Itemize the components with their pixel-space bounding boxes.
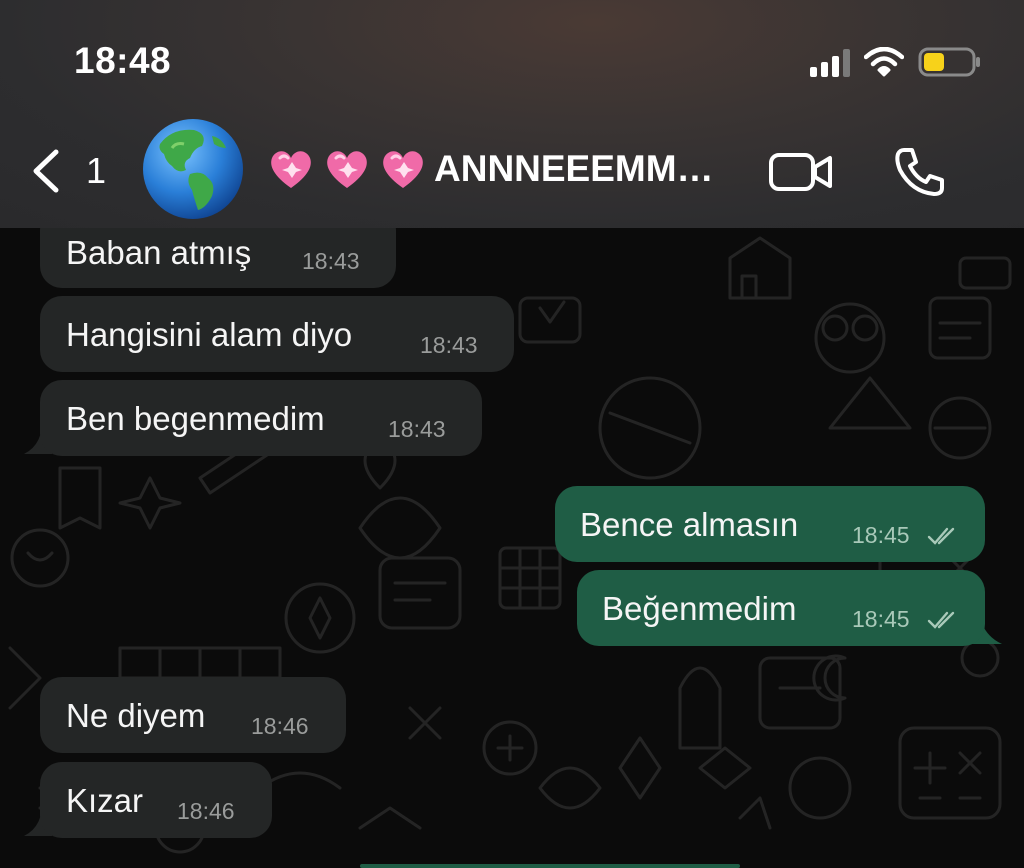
phone-icon bbox=[895, 148, 944, 196]
status-icons bbox=[810, 46, 982, 78]
battery-icon bbox=[918, 46, 982, 78]
message-text: Ben begenmedim bbox=[66, 400, 325, 437]
voice-call-button[interactable] bbox=[892, 146, 946, 203]
contact-avatar[interactable] bbox=[142, 118, 244, 220]
pink-heart-icon bbox=[383, 151, 423, 188]
message-timestamp: 18:46 bbox=[251, 713, 309, 739]
message-timestamp: 18:45 bbox=[852, 522, 910, 548]
status-time: 18:48 bbox=[74, 40, 172, 81]
read-receipt-icon bbox=[927, 527, 955, 545]
read-receipt-icon bbox=[927, 611, 955, 629]
contact-name[interactable]: ANNNEEEMM… bbox=[268, 148, 714, 190]
message-bubble-incoming[interactable]: Kızar 18:46 bbox=[40, 762, 272, 838]
message-bubble-incoming[interactable]: Ben begenmedim 18:43 bbox=[40, 380, 482, 456]
message-timestamp: 18:43 bbox=[302, 248, 360, 274]
unread-count: 1 bbox=[86, 150, 107, 191]
chevron-left-icon bbox=[33, 149, 59, 193]
message-bubble-incoming[interactable]: Hangisini alam diyo 18:43 bbox=[40, 296, 514, 372]
chat-screen: Baban atmış 18:43 Hangisini alam diyo 18… bbox=[0, 0, 1024, 868]
message-text: Hangisini alam diyo bbox=[66, 316, 353, 353]
message-text: Beğenmedim bbox=[602, 590, 797, 627]
message-list[interactable]: Baban atmış 18:43 Hangisini alam diyo 18… bbox=[0, 208, 1024, 868]
message-text: Kızar bbox=[66, 782, 144, 819]
message-timestamp: 18:45 bbox=[852, 606, 910, 632]
message-bubble-outgoing[interactable]: Bence almasın 18:45 bbox=[555, 486, 985, 562]
message-text: Bence almasın bbox=[580, 506, 799, 543]
wifi-icon bbox=[864, 47, 904, 77]
message-bubble-incoming[interactable]: Ne diyem 18:46 bbox=[40, 677, 346, 753]
name-emoji-group bbox=[268, 148, 426, 190]
pink-heart-icon bbox=[271, 151, 311, 188]
chat-header: 18:48 1 ANNNEEEMM… bbox=[0, 0, 1024, 228]
message-timestamp: 18:46 bbox=[177, 798, 235, 824]
message-timestamp: 18:43 bbox=[420, 332, 478, 358]
contact-name-text: ANNNEEEMM… bbox=[434, 148, 714, 189]
back-button[interactable]: 1 bbox=[30, 148, 106, 194]
globe-icon bbox=[143, 119, 243, 219]
cellular-signal-icon bbox=[810, 47, 850, 77]
pink-heart-icon bbox=[327, 151, 367, 188]
composer-edge-line bbox=[360, 864, 740, 868]
message-timestamp: 18:43 bbox=[388, 416, 446, 442]
message-text: Baban atmış bbox=[66, 234, 252, 271]
chat-navbar: 1 ANNNEEEMM… bbox=[0, 112, 1024, 228]
message-text: Ne diyem bbox=[66, 697, 206, 734]
message-bubble-outgoing[interactable]: Beğenmedim 18:45 bbox=[577, 570, 985, 646]
video-camera-icon bbox=[769, 153, 832, 191]
video-call-button[interactable] bbox=[768, 150, 834, 199]
